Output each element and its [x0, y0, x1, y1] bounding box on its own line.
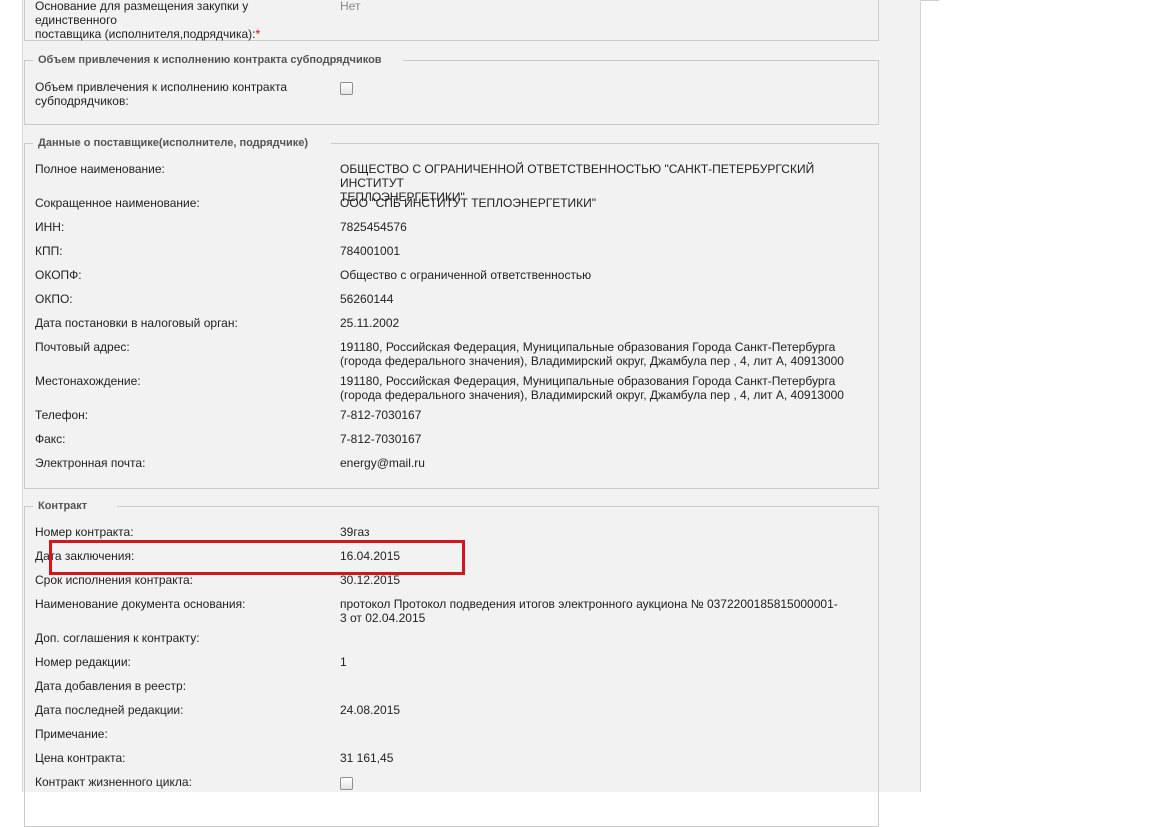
row-value: 56260144: [340, 292, 394, 306]
value-line: 191180, Российская Федерация, Муниципаль…: [340, 340, 836, 354]
row-label: Дата последней редакции:: [35, 703, 184, 717]
value-line: протокол Протокол подведения итогов элек…: [340, 597, 838, 611]
subcontractors-checkbox[interactable]: [340, 82, 353, 95]
row-value: 7-812-7030167: [340, 432, 422, 446]
row-label: ИНН:: [35, 220, 65, 234]
row-label: Контракт жизненного цикла:: [35, 775, 192, 789]
subcontractors-section: Объем привлечения к исполнению контракта…: [24, 53, 879, 125]
row-label: Сокращенное наименование:: [35, 196, 200, 210]
row-label: Срок исполнения контракта:: [35, 573, 193, 587]
row-value: 39газ: [340, 525, 370, 539]
row-label: Наименование документа основания:: [35, 597, 246, 611]
row-value: Общество с ограниченной ответственностью: [340, 268, 592, 282]
row-value: 1: [340, 655, 347, 669]
row-label: Номер контракта:: [35, 525, 134, 539]
value-line: (города федерального значения), Владимир…: [340, 354, 844, 368]
supplier-legend: Данные о поставщике(исполнителе, подрядч…: [35, 136, 312, 150]
row-value: протокол Протокол подведения итогов элек…: [340, 597, 870, 625]
contract-legend: Контракт: [35, 499, 91, 513]
row-label: КПП:: [35, 244, 63, 258]
value-line: ОБЩЕСТВО С ОГРАНИЧЕННОЙ ОТВЕТСТВЕННОСТЬЮ…: [340, 162, 815, 190]
row-label: Местонахождение:: [35, 374, 141, 388]
row-value: 25.11.2002: [340, 316, 400, 330]
value-line: 3 от 02.04.2015: [340, 611, 426, 625]
contract-price-value: 31 161,45: [340, 751, 394, 765]
highlight-box: [49, 540, 465, 575]
row-value: 7-812-7030167: [340, 408, 422, 422]
row-value: 191180, Российская Федерация, Муниципаль…: [340, 374, 870, 402]
row-label: Дата постановки в налоговый орган:: [35, 316, 238, 330]
subcontractors-checkbox-wrap: [340, 80, 870, 98]
supplier-section: Данные о поставщике(исполнителе, подрядч…: [24, 136, 879, 489]
fieldset-border: [25, 506, 33, 507]
subcontractors-legend: Объем привлечения к исполнению контракта…: [35, 53, 385, 67]
email-value: energy@mail.ru: [340, 456, 425, 470]
row-label: Почтовый адрес:: [35, 340, 130, 354]
value-line: (города федерального значения), Владимир…: [340, 388, 844, 402]
fieldset-border: [25, 60, 33, 61]
fieldset-border: [117, 506, 878, 507]
row-value: 191180, Российская Федерация, Муниципаль…: [340, 340, 870, 368]
row-label: Полное наименование:: [35, 162, 165, 176]
row-value: 784001001: [340, 244, 401, 258]
row-label: ОКОПФ:: [35, 268, 82, 282]
fieldset-border: [331, 143, 878, 144]
row-label: Дата добавления в реестр:: [35, 679, 187, 693]
row-label: Факс:: [35, 432, 66, 446]
value-line: 191180, Российская Федерация, Муниципаль…: [340, 374, 836, 388]
row-label: Номер редакции:: [35, 655, 131, 669]
fieldset-border: [403, 60, 878, 61]
row-value: [340, 775, 870, 793]
row-label: ОКПО:: [35, 292, 73, 306]
basis-section: Основание для размещения закупки у единс…: [24, 0, 879, 41]
row-value: 30.12.2015: [340, 573, 401, 587]
row-value: 7825454576: [340, 220, 407, 234]
basis-label: Основание для размещения закупки у единс…: [35, 0, 261, 41]
row-label: Электронная почта:: [35, 456, 146, 470]
required-mark: *: [255, 27, 261, 41]
row-value: ООО "СПБ ИНСТИТУТ ТЕПЛОЭНЕРГЕТИКИ": [340, 196, 597, 210]
row-label: Примечание:: [35, 727, 108, 741]
row-label: Цена контракта:: [35, 751, 126, 765]
basis-value: Нет: [340, 0, 361, 13]
row-label: Телефон:: [35, 408, 89, 422]
row-value: 24.08.2015: [340, 703, 401, 717]
subcontractors-label: Объем привлечения к исполнению контракта…: [35, 80, 288, 108]
page: { "basis": { "label_line1": "Основание д…: [0, 0, 1152, 827]
fieldset-border: [25, 143, 33, 144]
row-label: Доп. соглашения к контракту:: [35, 631, 200, 645]
life-cycle-checkbox[interactable]: [340, 777, 353, 790]
